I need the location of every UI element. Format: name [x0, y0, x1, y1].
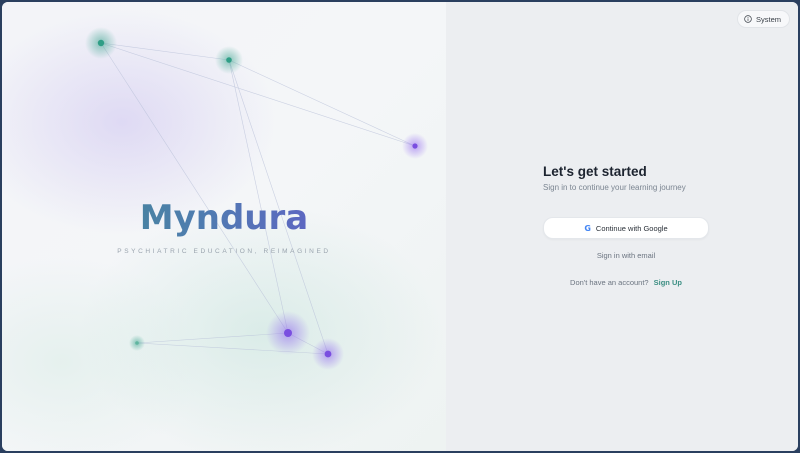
signup-prompt: Don't have an account? [570, 278, 649, 287]
continue-with-google-button[interactable]: G Continue with Google [543, 217, 709, 239]
google-icon: G [584, 223, 591, 233]
theme-toggle-label: System [755, 14, 781, 24]
app-window: Myndura PSYCHIATRIC EDUCATION, REIMAGINE… [2, 2, 798, 451]
theme-toggle-button[interactable]: System [736, 10, 790, 28]
auth-panel: System Let's get started Sign in to cont… [446, 2, 798, 451]
signup-row: Don't have an account? Sign Up [543, 278, 709, 287]
google-button-label: Continue with Google [595, 223, 668, 233]
auth-subtitle: Sign in to continue your learning journe… [543, 183, 686, 192]
info-icon [744, 15, 752, 23]
brand-logo: Myndura [2, 198, 446, 238]
sign-in-with-email-link[interactable]: Sign in with email [543, 251, 709, 260]
auth-title: Let's get started [543, 164, 647, 179]
brand-tagline: PSYCHIATRIC EDUCATION, REIMAGINED [117, 248, 331, 255]
auth-form: Let's get started Sign in to continue yo… [543, 164, 709, 287]
hero-panel: Myndura PSYCHIATRIC EDUCATION, REIMAGINE… [2, 2, 446, 451]
sign-up-link[interactable]: Sign Up [654, 278, 682, 287]
